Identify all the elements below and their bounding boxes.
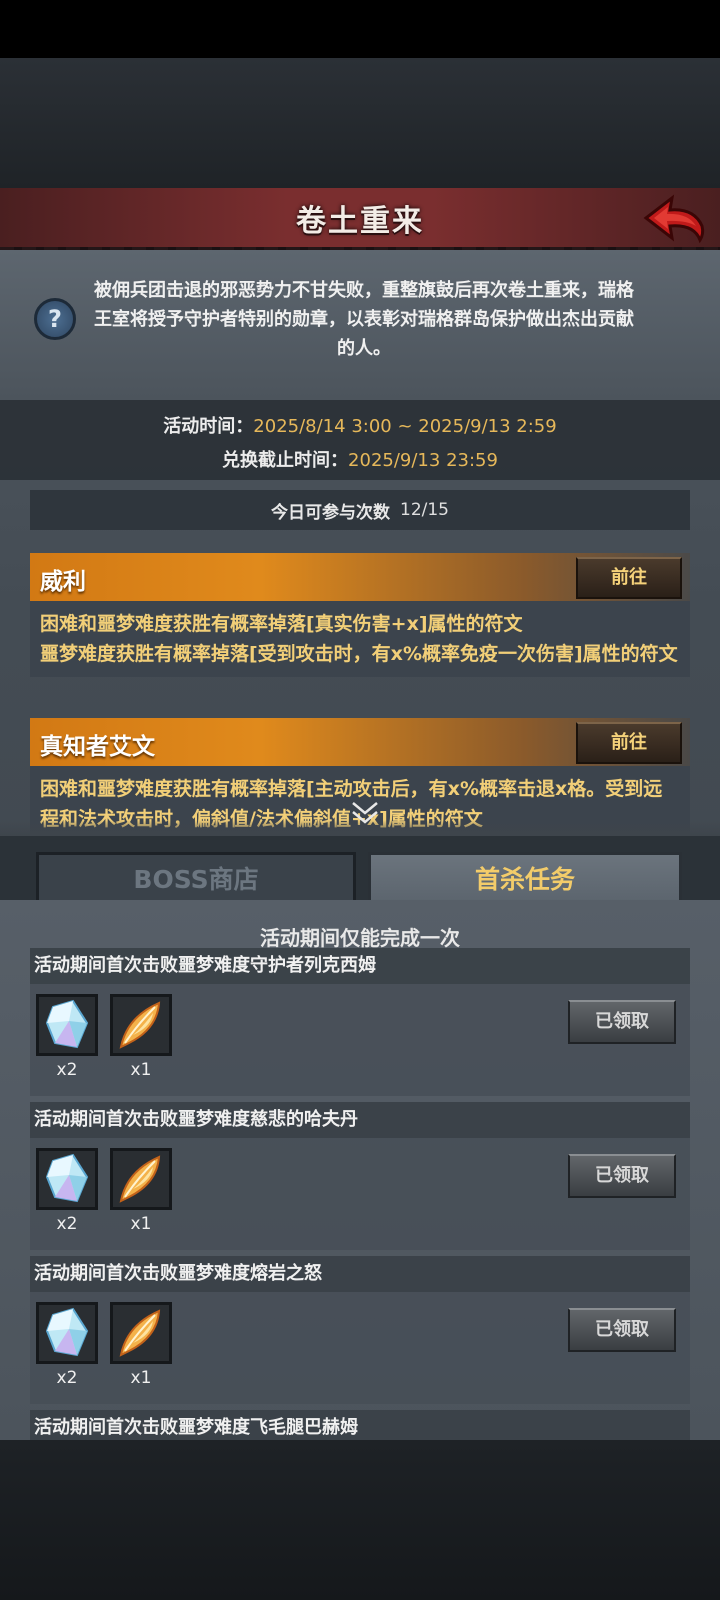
feather-icon [119, 1001, 161, 1049]
crystal-icon [45, 1153, 89, 1203]
reward-qty: x2 [56, 1368, 78, 1388]
go-button[interactable]: 前往 [576, 557, 682, 599]
claimed-button[interactable]: 已领取 [568, 1308, 676, 1352]
event-description: 被佣兵团击退的邪恶势力不甘失败，重整旗鼓后再次卷土重来，瑞格王室将授予守护者特别… [94, 280, 634, 359]
reward-qty: x1 [130, 1060, 152, 1080]
exchange-time-label: 兑换截止时间： [222, 450, 349, 471]
task-item: 活动期间首次击败噩梦难度守护者列克西姆 x2 x1 已领取 [30, 948, 690, 1096]
reward-feather[interactable] [110, 1302, 172, 1364]
reward-qty: x1 [130, 1368, 152, 1388]
boss-header: 威利 前往 [30, 553, 690, 601]
task-rewards: x2 x1 已领取 [30, 1138, 690, 1250]
page-title: 卷土重来 [296, 203, 424, 239]
claimed-button[interactable]: 已领取 [568, 1154, 676, 1198]
background-bottom [0, 1440, 720, 1600]
back-arrow-icon [643, 194, 705, 244]
claimed-button[interactable]: 已领取 [568, 1000, 676, 1044]
task-title: 活动期间首次击败噩梦难度守护者列克西姆 [30, 948, 690, 984]
boss-header: 真知者艾文 前往 [30, 718, 690, 766]
task-item: 活动期间首次击败噩梦难度飞毛腿巴赫姆 [30, 1410, 690, 1440]
chevron-down-icon[interactable] [350, 800, 380, 826]
boss-drop-info: 困难和噩梦难度获胜有概率掉落[真实伤害+x]属性的符文 噩梦难度获胜有概率掉落[… [30, 601, 690, 677]
title-banner: 卷土重来 [0, 188, 720, 253]
daily-attempts-value: 12/15 [400, 500, 449, 520]
feather-icon [119, 1309, 161, 1357]
reward-crystal[interactable] [36, 994, 98, 1056]
boss-name: 真知者艾文 [40, 734, 155, 760]
status-bar [0, 0, 720, 58]
reward-qty: x2 [56, 1214, 78, 1234]
daily-attempts-label: 今日可参与次数 [271, 502, 390, 523]
back-button[interactable] [642, 192, 706, 246]
go-button[interactable]: 前往 [576, 722, 682, 764]
boss-card: 威利 前往 困难和噩梦难度获胜有概率掉落[真实伤害+x]属性的符文 噩梦难度获胜… [30, 553, 690, 677]
exchange-time-row: 兑换截止时间：2025/9/13 23:59 [0, 446, 720, 472]
task-title: 活动期间首次击败噩梦难度慈悲的哈夫丹 [30, 1102, 690, 1138]
reward-crystal[interactable] [36, 1302, 98, 1364]
background-top [0, 58, 720, 188]
task-item: 活动期间首次击败噩梦难度慈悲的哈夫丹 x2 x1 已领取 [30, 1102, 690, 1250]
task-rewards: x2 x1 已领取 [30, 1292, 690, 1404]
event-time-label: 活动时间： [163, 416, 254, 437]
drop-line: 困难和噩梦难度获胜有概率掉落[真实伤害+x]属性的符文 [40, 613, 523, 635]
tab-boss-shop[interactable]: BOSS商店 [36, 852, 356, 904]
daily-attempts-bar: 今日可参与次数 12/15 [30, 490, 690, 530]
help-icon[interactable]: ? [34, 298, 76, 340]
task-rewards: x2 x1 已领取 [30, 984, 690, 1096]
task-title: 活动期间首次击败噩梦难度熔岩之怒 [30, 1256, 690, 1292]
boss-name: 威利 [40, 569, 86, 595]
tab-first-kill[interactable]: 首杀任务 [368, 852, 682, 904]
reward-qty: x2 [56, 1060, 78, 1080]
crystal-icon [45, 1307, 89, 1357]
reward-crystal[interactable] [36, 1148, 98, 1210]
event-time-row: 活动时间：2025/8/14 3:00 ~ 2025/9/13 2:59 [0, 412, 720, 438]
task-title: 活动期间首次击败噩梦难度飞毛腿巴赫姆 [30, 1410, 690, 1440]
reward-feather[interactable] [110, 994, 172, 1056]
crystal-icon [45, 999, 89, 1049]
reward-qty: x1 [130, 1214, 152, 1234]
feather-icon [119, 1155, 161, 1203]
event-time-value: 2025/8/14 3:00 ~ 2025/9/13 2:59 [253, 416, 557, 437]
reward-feather[interactable] [110, 1148, 172, 1210]
task-notice: 活动期间仅能完成一次 [260, 926, 460, 950]
task-item: 活动期间首次击败噩梦难度熔岩之怒 x2 x1 已领取 [30, 1256, 690, 1404]
drop-line: 噩梦难度获胜有概率掉落[受到攻击时，有x%概率免疫一次伤害]属性的符文 [40, 643, 678, 665]
exchange-time-value: 2025/9/13 23:59 [348, 450, 498, 471]
